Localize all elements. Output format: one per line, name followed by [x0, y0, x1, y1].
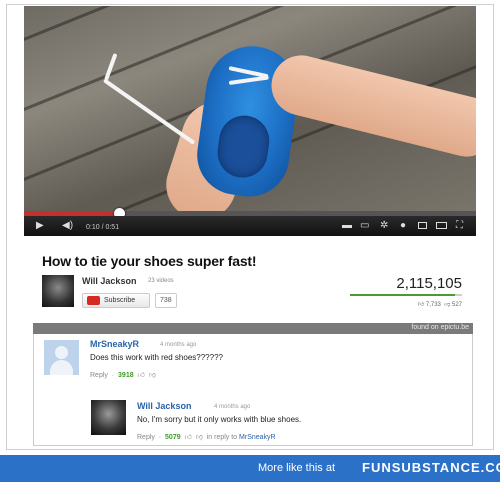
channel-name[interactable]: Will Jackson: [82, 276, 136, 286]
fullscreen-icon[interactable]: ⛶: [456, 219, 463, 233]
view-count: 2,115,105: [396, 275, 462, 292]
reply-time: 4 months ago: [214, 404, 251, 410]
video-title: How to tie your shoes super fast!: [42, 253, 257, 269]
video-time: 0:10 / 0:51: [86, 224, 120, 231]
comment-score: 3918: [118, 372, 134, 379]
like-ratio-bar: [350, 294, 462, 296]
reply-text: No, I'm sorry but it only works with blu…: [137, 415, 302, 424]
reply-score: 5079: [165, 434, 181, 441]
footer-brand[interactable]: FUNSUBSTANCE.COM: [362, 460, 500, 475]
commenter-avatar[interactable]: [44, 340, 79, 375]
thumbs-up-icon[interactable]: 👍︎: [418, 302, 424, 308]
thumbs-down-icon[interactable]: 👎︎: [444, 302, 450, 308]
hd-icon[interactable]: ●: [400, 219, 406, 233]
popout-icon[interactable]: [418, 222, 427, 229]
reply-actions: Reply · 5079 👍︎ 👎︎ in reply to MrSneakyR: [137, 434, 276, 441]
comments-section: MrSneakyR 4 months ago Does this work wi…: [33, 334, 473, 446]
footer-banner[interactable]: More like this at FUNSUBSTANCE.COM: [0, 455, 500, 482]
thumbs-up-icon[interactable]: 👍︎: [185, 434, 192, 441]
in-reply-to-prefix: in reply to: [206, 434, 238, 441]
youtube-logo-icon: [87, 296, 100, 305]
like-ratio-fill: [350, 294, 456, 296]
subscriber-count: 738: [155, 293, 177, 308]
play-icon[interactable]: ▶: [36, 219, 44, 233]
settings-icon[interactable]: ✲: [380, 219, 388, 233]
theater-icon[interactable]: [436, 222, 447, 229]
footer-text: More like this at: [258, 462, 336, 474]
comment-time: 4 months ago: [160, 342, 197, 348]
subscribe-button[interactable]: Subscribe: [82, 293, 150, 308]
reply-link[interactable]: Reply: [90, 372, 108, 379]
captions-icon[interactable]: ▬: [342, 219, 352, 233]
reply-author-avatar[interactable]: [91, 400, 126, 435]
channel-video-count[interactable]: 23 videos: [148, 278, 174, 284]
video-player[interactable]: [24, 6, 476, 211]
thumbs-down-icon[interactable]: 👎︎: [149, 372, 156, 379]
comment-author[interactable]: MrSneakyR: [90, 339, 139, 349]
like-count: 7,733: [425, 302, 441, 308]
channel-avatar[interactable]: [42, 275, 74, 307]
volume-icon[interactable]: ◀): [62, 219, 73, 233]
watermark-bar: found on epictu.be: [33, 323, 473, 334]
in-reply-to-link[interactable]: MrSneakyR: [239, 434, 276, 441]
like-dislike-counts: 👍︎ 7,733 👎︎ 527: [418, 300, 462, 308]
watermark-text: found on epictu.be: [411, 324, 469, 331]
comment-text: Does this work with red shoes??????: [90, 353, 223, 362]
thumbs-down-icon[interactable]: 👎︎: [196, 434, 203, 441]
subscribe-label: Subscribe: [104, 297, 136, 304]
annotations-icon[interactable]: ▭: [360, 219, 369, 233]
reply-author[interactable]: Will Jackson: [137, 401, 191, 411]
comment-actions: Reply · 3918 👍︎ 👎︎: [90, 372, 156, 379]
video-controls: ▶ ◀) 0:10 / 0:51 ▬ ▭ ✲ ● ⛶: [24, 216, 476, 236]
thumbs-up-icon[interactable]: 👍︎: [138, 372, 145, 379]
dislike-count: 527: [451, 302, 462, 308]
reply-link[interactable]: Reply: [137, 434, 155, 441]
